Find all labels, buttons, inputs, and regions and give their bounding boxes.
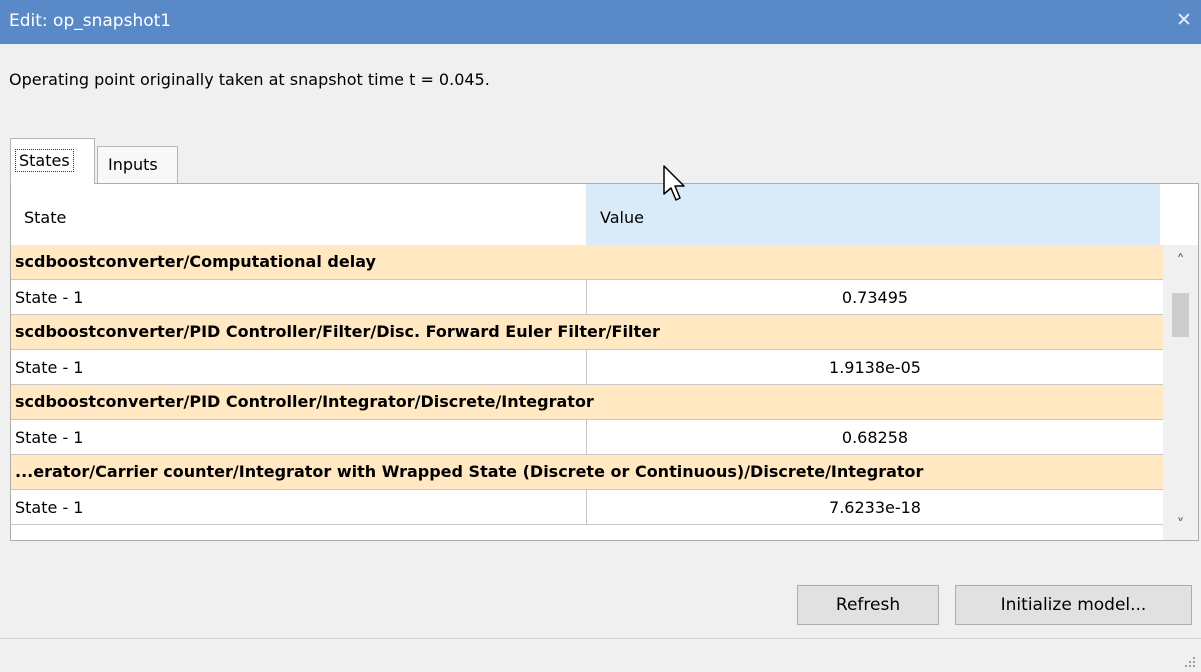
header-corner [1160, 184, 1198, 245]
table-row[interactable]: State - 1 0.73495 [11, 280, 1163, 315]
state-name-cell: State - 1 [11, 280, 587, 314]
initialize-model-button[interactable]: Initialize model... [955, 585, 1192, 625]
table-row[interactable]: State - 1 0.68258 [11, 420, 1163, 455]
column-header-state[interactable]: State [11, 184, 586, 245]
column-header-state-label: State [24, 208, 67, 227]
group-row[interactable]: ...erator/Carrier counter/Integrator wit… [11, 455, 1163, 490]
mouse-cursor-icon [663, 165, 685, 201]
state-value-cell[interactable]: 7.6233e-18 [587, 490, 1163, 524]
state-value: 1.9138e-05 [829, 358, 921, 377]
states-table: State Value scdboostconverter/Computatio… [10, 183, 1199, 541]
group-row-label: scdboostconverter/Computational delay [15, 252, 376, 271]
state-name: State - 1 [15, 288, 84, 307]
table-row[interactable]: State - 1 7.6233e-18 [11, 490, 1163, 525]
tab-inputs-label: Inputs [108, 155, 158, 174]
group-row-label: scdboostconverter/PID Controller/Integra… [15, 392, 594, 411]
resize-grip-icon[interactable] [1181, 653, 1197, 669]
tab-inputs[interactable]: Inputs [97, 146, 178, 184]
refresh-button[interactable]: Refresh [797, 585, 939, 625]
table-body: scdboostconverter/Computational delay St… [11, 245, 1163, 525]
table-row[interactable]: State - 1 1.9138e-05 [11, 350, 1163, 385]
window-title: Edit: op_snapshot1 [9, 11, 172, 31]
state-value: 0.68258 [841, 428, 909, 447]
scroll-down-icon[interactable]: ˅ [1163, 511, 1198, 539]
state-name-cell: State - 1 [11, 420, 587, 454]
status-bar [0, 638, 1201, 672]
snapshot-info-text: Operating point originally taken at snap… [9, 70, 490, 89]
state-value-cell[interactable]: 0.68258 [587, 420, 1163, 454]
scroll-thumb[interactable] [1172, 293, 1189, 337]
scroll-up-icon[interactable]: ˄ [1163, 247, 1198, 275]
vertical-scrollbar[interactable]: ˄ ˅ [1163, 245, 1198, 540]
state-value-cell[interactable]: 0.73495 [587, 280, 1163, 314]
state-name: State - 1 [15, 498, 84, 517]
close-icon[interactable]: ✕ [1175, 9, 1193, 31]
state-value: 7.6233e-18 [829, 498, 921, 517]
state-name: State - 1 [15, 428, 84, 447]
group-row-label: ...erator/Carrier counter/Integrator wit… [15, 462, 924, 481]
title-bar: Edit: op_snapshot1 ✕ [0, 0, 1201, 44]
group-row-label: scdboostconverter/PID Controller/Filter/… [15, 322, 660, 341]
tab-states-label: States [15, 149, 74, 172]
group-row[interactable]: scdboostconverter/PID Controller/Filter/… [11, 315, 1163, 350]
state-name-cell: State - 1 [11, 490, 587, 524]
state-value-cell[interactable]: 1.9138e-05 [587, 350, 1163, 384]
group-row[interactable]: scdboostconverter/PID Controller/Integra… [11, 385, 1163, 420]
state-name-cell: State - 1 [11, 350, 587, 384]
state-name: State - 1 [15, 358, 84, 377]
group-row[interactable]: scdboostconverter/Computational delay [11, 245, 1163, 280]
tab-states[interactable]: States [10, 138, 95, 184]
column-header-value-label: Value [600, 208, 644, 227]
state-value: 0.73495 [841, 288, 909, 307]
